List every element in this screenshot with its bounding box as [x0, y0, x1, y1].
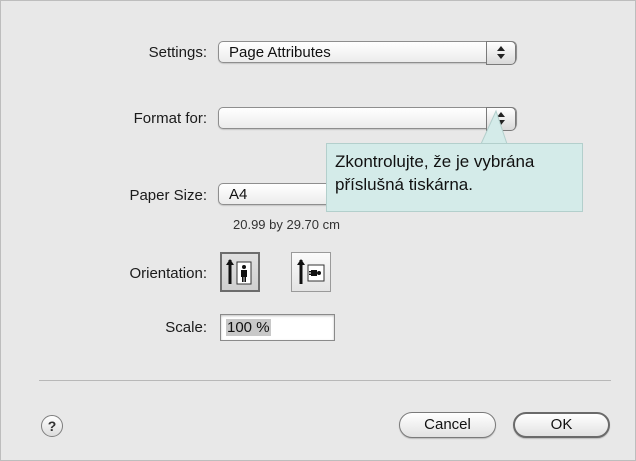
- settings-label: Settings:: [148, 44, 207, 61]
- settings-popup-arrows-icon: [486, 41, 516, 65]
- paper-size-popup-value: A4: [229, 186, 248, 203]
- callout-line-2: příslušná tiskárna.: [335, 175, 473, 194]
- scale-input-value: 100 %: [226, 319, 271, 336]
- page-setup-dialog: Settings: Page Attributes Format for: Pa…: [0, 0, 636, 461]
- callout-annotation: Zkontrolujte, že je vybrána příslušná ti…: [326, 143, 583, 212]
- settings-popup[interactable]: Page Attributes: [218, 41, 517, 65]
- divider: [39, 380, 611, 381]
- callout-line-1: Zkontrolujte, že je vybrána: [335, 152, 535, 171]
- cancel-button[interactable]: Cancel: [399, 412, 496, 438]
- portrait-orientation-icon: [226, 259, 252, 285]
- orientation-label: Orientation:: [129, 265, 207, 282]
- scale-input[interactable]: 100 %: [220, 314, 335, 341]
- orientation-portrait-button[interactable]: [220, 252, 260, 292]
- format-for-label: Format for:: [133, 110, 207, 127]
- settings-popup-value: Page Attributes: [229, 44, 331, 61]
- paper-dimensions: 20.99 by 29.70 cm: [233, 217, 340, 232]
- paper-size-label: Paper Size:: [129, 187, 207, 204]
- scale-label: Scale:: [165, 319, 207, 336]
- callout-pointer: [480, 109, 508, 145]
- landscape-orientation-icon: [297, 259, 325, 284]
- help-button[interactable]: ?: [41, 415, 63, 437]
- orientation-landscape-button[interactable]: [291, 252, 331, 292]
- ok-button[interactable]: OK: [513, 412, 610, 438]
